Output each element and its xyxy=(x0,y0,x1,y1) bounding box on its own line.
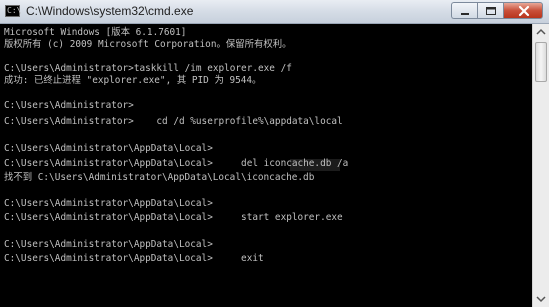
console-line: C:\Users\Administrator> xyxy=(4,100,134,111)
scrollbar-thumb[interactable] xyxy=(535,42,547,82)
cmd-icon[interactable]: C:\ xyxy=(5,5,21,17)
console-line: C:\Users\Administrator\AppData\Local> st… xyxy=(4,212,343,223)
console-line: C:\Users\Administrator\AppData\Local> de… xyxy=(4,158,349,169)
close-icon xyxy=(518,5,530,17)
maximize-button[interactable] xyxy=(477,2,503,19)
console-output[interactable]: Microsoft Windows [版本 6.1.7601] 版权所有 (c)… xyxy=(0,24,532,307)
close-button[interactable] xyxy=(503,2,543,19)
console-line: C:\Users\Administrator\AppData\Local> xyxy=(4,239,213,250)
console-line: 成功: 已终止进程 "explorer.exe", 其 PID 为 9544。 xyxy=(4,75,262,86)
vertical-scrollbar[interactable] xyxy=(532,24,549,307)
window-controls xyxy=(451,2,543,19)
maximize-icon xyxy=(486,7,496,15)
minimize-icon xyxy=(461,13,469,15)
console-line: C:\Users\Administrator> cd /d %userprofi… xyxy=(4,116,343,127)
minimize-button[interactable] xyxy=(451,2,477,19)
console-line: C:\Users\Administrator>taskkill /im expl… xyxy=(4,63,292,74)
console-line: Microsoft Windows [版本 6.1.7601] xyxy=(4,27,187,38)
cmd-window: C:\ C:\Windows\system32\cmd.exe Microsof… xyxy=(0,0,549,307)
scroll-down-icon[interactable] xyxy=(533,291,549,307)
title-bar[interactable]: C:\ C:\Windows\system32\cmd.exe xyxy=(0,0,549,24)
scroll-up-icon[interactable] xyxy=(533,24,549,40)
console-line: 版权所有 (c) 2009 Microsoft Corporation。保留所有… xyxy=(4,39,292,50)
window-title: C:\Windows\system32\cmd.exe xyxy=(26,4,194,18)
console-line: C:\Users\Administrator\AppData\Local> ex… xyxy=(4,253,264,264)
console-line: C:\Users\Administrator\AppData\Local> xyxy=(4,143,213,154)
console-line: 找不到 C:\Users\Administrator\AppData\Local… xyxy=(4,172,315,183)
console-line: C:\Users\Administrator\AppData\Local> xyxy=(4,198,213,209)
